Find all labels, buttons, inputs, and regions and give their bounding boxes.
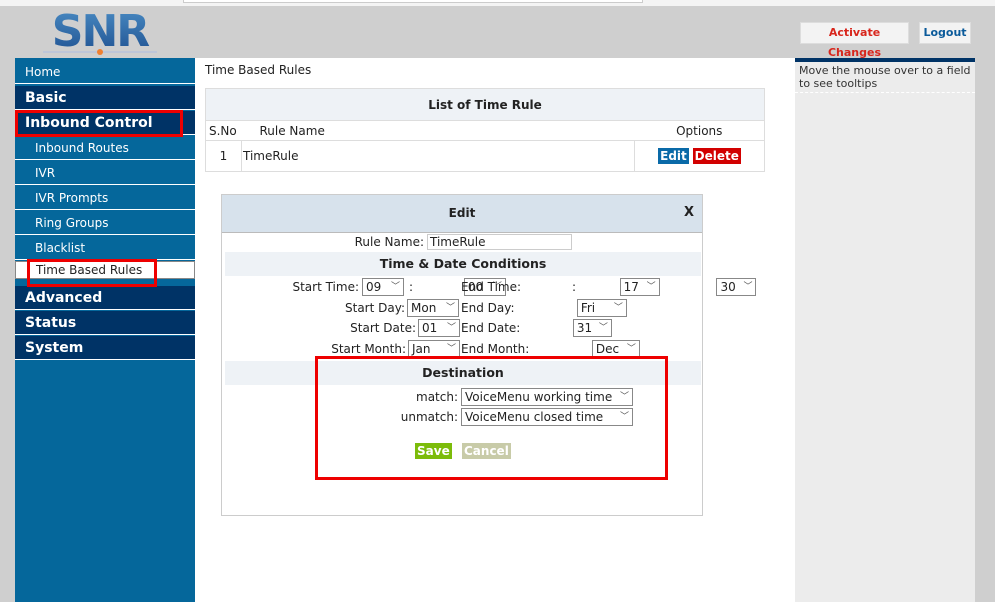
page-title: Time Based Rules	[205, 63, 312, 77]
highlight-box	[27, 259, 157, 287]
delete-button[interactable]: Delete	[692, 148, 741, 164]
highlight-box	[15, 110, 183, 137]
colon: :	[409, 280, 414, 294]
logout-button[interactable]: Logout	[919, 22, 971, 44]
chevron-down-icon: ﹀	[445, 303, 455, 313]
cell-sno: 1	[205, 140, 242, 172]
end-month-label: End Month:	[461, 342, 530, 356]
chevron-down-icon: ﹀	[446, 344, 456, 354]
sidebar-item-ivr-prompts[interactable]: IVR Prompts	[15, 186, 195, 210]
start-date-label: Start Date:	[350, 321, 416, 335]
end-minute-select[interactable]: 30 ﹀	[716, 278, 757, 296]
tooltip-text: Move the mouse over to a field to see to…	[795, 62, 975, 93]
header-rule-name: Rule Name	[241, 120, 635, 141]
sidebar-item-blacklist[interactable]: Blacklist	[15, 236, 195, 260]
chevron-down-icon: ﹀	[598, 323, 608, 333]
sidebar-item-basic[interactable]: Basic	[15, 86, 195, 110]
sidebar-item-ivr[interactable]: IVR	[15, 161, 195, 185]
table-row: 1 TimeRule Edit Delete	[205, 140, 765, 172]
start-day-label: Start Day:	[345, 301, 405, 315]
highlight-box	[315, 356, 668, 480]
start-hour-select[interactable]: 09 ﹀	[362, 278, 404, 296]
activate-changes-button[interactable]: Activate Changes	[800, 22, 909, 59]
colon: :	[572, 280, 577, 294]
sidebar-item-status[interactable]: Status	[15, 311, 195, 335]
cell-rule-name: TimeRule	[241, 140, 635, 172]
header-sno: S.No	[205, 120, 242, 141]
rule-name-input[interactable]: TimeRule	[427, 234, 572, 250]
chevron-down-icon: ﹀	[390, 282, 400, 292]
sidebar-item-system[interactable]: System	[15, 336, 195, 360]
table-title: List of Time Rule	[205, 88, 765, 121]
snr-logo: SNR	[43, 8, 157, 56]
sidebar: Home Basic Inbound Control Inbound Route…	[15, 58, 195, 602]
end-day-select[interactable]: Fri ﹀	[576, 299, 627, 317]
sidebar-item-inbound-routes[interactable]: Inbound Routes	[15, 136, 195, 160]
dialog-header: Edit X	[222, 195, 702, 233]
chevron-down-icon: ﹀	[646, 282, 656, 292]
edit-button[interactable]: Edit	[658, 148, 689, 164]
chevron-down-icon: ﹀	[626, 344, 636, 354]
svg-text:SNR: SNR	[52, 8, 150, 56]
close-button[interactable]: X	[684, 195, 694, 231]
conditions-header: Time & Date Conditions	[225, 252, 701, 276]
start-day-select[interactable]: Mon ﹀	[407, 299, 459, 317]
end-date-select[interactable]: 31 ﹀	[572, 319, 612, 337]
end-hour-select[interactable]: 17 ﹀	[619, 278, 660, 296]
start-date-select[interactable]: 01 ﹀	[418, 319, 460, 337]
chevron-down-icon: ﹀	[613, 303, 623, 313]
rule-name-label: Rule Name:	[354, 235, 424, 249]
end-time-label: End Time:	[461, 280, 522, 294]
start-month-label: Start Month:	[331, 342, 406, 356]
dialog-title: Edit	[448, 206, 476, 220]
start-time-label: Start Time:	[292, 280, 359, 294]
sidebar-item-ring-groups[interactable]: Ring Groups	[15, 211, 195, 235]
address-bar	[183, 0, 643, 3]
sidebar-item-advanced[interactable]: Advanced	[15, 286, 195, 310]
sidebar-item-home[interactable]: Home	[15, 60, 195, 84]
end-date-label: End Date:	[461, 321, 521, 335]
end-day-label: End Day:	[461, 301, 515, 315]
chevron-down-icon: ﹀	[743, 282, 753, 292]
time-rule-table: List of Time Rule S.No Rule Name Options…	[205, 88, 765, 172]
tooltip-panel: Move the mouse over to a field to see to…	[795, 58, 975, 602]
chevron-down-icon: ﹀	[446, 323, 456, 333]
header-options: Options	[634, 120, 765, 141]
